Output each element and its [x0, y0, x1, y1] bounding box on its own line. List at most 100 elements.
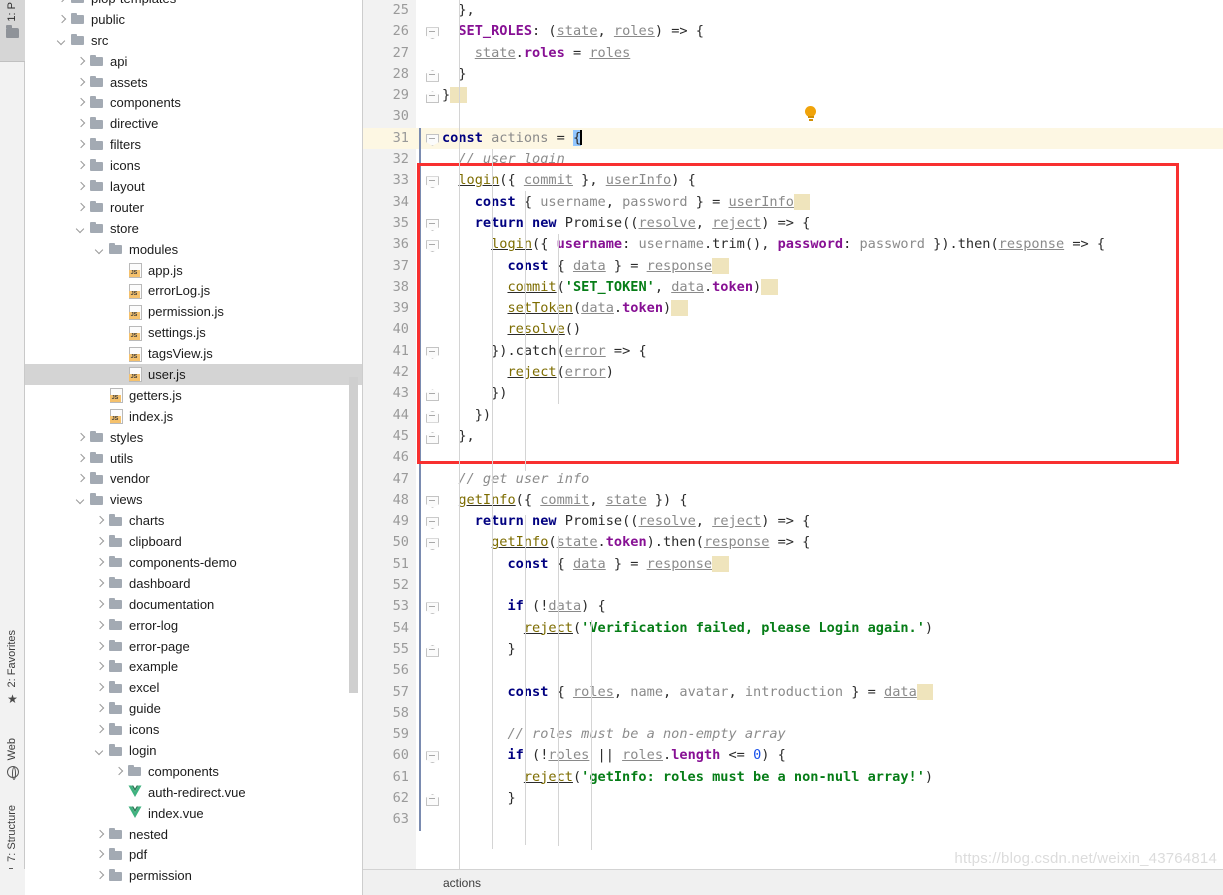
- code-line[interactable]: 25 },: [363, 0, 1223, 21]
- tree-item-tagsview-js[interactable]: tagsView.js: [25, 343, 362, 364]
- tree-item-guide[interactable]: guide: [25, 698, 362, 719]
- chevron-right-icon[interactable]: [94, 828, 106, 840]
- vcs-change-marker[interactable]: [419, 468, 421, 490]
- chevron-down-icon[interactable]: [94, 243, 106, 255]
- vcs-change-marker[interactable]: [419, 532, 421, 554]
- code-line[interactable]: 26 SET_ROLES: (state, roles) => {: [363, 21, 1223, 42]
- tree-item-auth-redirect-vue[interactable]: auth-redirect.vue: [25, 782, 362, 803]
- vcs-change-marker[interactable]: [419, 553, 421, 576]
- chevron-down-icon[interactable]: [75, 494, 87, 506]
- vcs-change-marker[interactable]: [419, 724, 421, 746]
- project-tree-scrollbar[interactable]: [349, 377, 358, 693]
- vcs-change-marker[interactable]: [419, 617, 421, 639]
- vcs-change-marker[interactable]: [419, 255, 421, 277]
- vcs-change-marker[interactable]: [419, 298, 421, 320]
- chevron-right-icon[interactable]: [94, 703, 106, 715]
- intention-bulb-icon[interactable]: [804, 106, 817, 122]
- vcs-change-marker[interactable]: [419, 212, 421, 235]
- vcs-change-marker[interactable]: [419, 766, 421, 788]
- vcs-change-marker[interactable]: [419, 745, 421, 767]
- vcs-change-marker[interactable]: [419, 702, 421, 725]
- vcs-change-marker[interactable]: [419, 149, 421, 171]
- code-fold-toggle[interactable]: [426, 134, 437, 144]
- tree-item-index-js[interactable]: index.js: [25, 406, 362, 427]
- tool-button-favorites[interactable]: 2: Favorites ★: [0, 630, 25, 730]
- chevron-right-icon[interactable]: [75, 160, 87, 172]
- chevron-right-icon[interactable]: [75, 452, 87, 464]
- vcs-change-marker[interactable]: [419, 447, 421, 469]
- project-tree-panel[interactable]: plop-templates public srcapi assets componen…: [25, 0, 363, 895]
- tree-item-icons[interactable]: icons: [25, 155, 362, 176]
- vcs-change-marker[interactable]: [419, 234, 421, 256]
- tree-item-example[interactable]: example: [25, 657, 362, 678]
- vcs-change-marker[interactable]: [419, 787, 421, 810]
- chevron-right-icon[interactable]: [75, 76, 87, 88]
- tree-item-router[interactable]: router: [25, 197, 362, 218]
- tree-item-errorlog-js[interactable]: errorLog.js: [25, 280, 362, 301]
- tree-item-api[interactable]: api: [25, 51, 362, 72]
- vcs-change-marker[interactable]: [419, 276, 421, 299]
- chevron-right-icon[interactable]: [94, 682, 106, 694]
- chevron-right-icon[interactable]: [94, 724, 106, 736]
- code-fold-toggle[interactable]: [426, 240, 437, 250]
- tree-item-documentation[interactable]: documentation: [25, 594, 362, 615]
- tree-item-pdf[interactable]: pdf: [25, 845, 362, 866]
- vcs-change-marker[interactable]: [419, 404, 421, 426]
- code-fold-toggle[interactable]: [426, 389, 437, 399]
- chevron-down-icon[interactable]: [94, 745, 106, 757]
- vcs-change-marker[interactable]: [419, 191, 421, 213]
- tree-item-clipboard[interactable]: clipboard: [25, 531, 362, 552]
- code-fold-toggle[interactable]: [426, 794, 437, 804]
- tree-item-charts[interactable]: charts: [25, 510, 362, 531]
- tree-item-src[interactable]: src: [25, 30, 362, 51]
- code-fold-toggle[interactable]: [426, 411, 437, 421]
- tree-item-views[interactable]: views: [25, 489, 362, 510]
- code-fold-toggle[interactable]: [426, 751, 437, 761]
- chevron-right-icon[interactable]: [94, 598, 106, 610]
- tree-item-modules[interactable]: modules: [25, 239, 362, 260]
- code-line[interactable]: 31 const actions = {: [363, 127, 1223, 150]
- tree-item-assets[interactable]: assets: [25, 72, 362, 93]
- chevron-right-icon[interactable]: [75, 180, 87, 192]
- chevron-right-icon[interactable]: [113, 765, 125, 777]
- chevron-right-icon[interactable]: [75, 55, 87, 67]
- chevron-down-icon[interactable]: [75, 222, 87, 234]
- chevron-right-icon[interactable]: [94, 640, 106, 652]
- code-line[interactable]: 28 }: [363, 64, 1223, 85]
- tree-item-permission-js[interactable]: permission.js: [25, 301, 362, 322]
- chevron-right-icon[interactable]: [94, 849, 106, 861]
- chevron-right-icon[interactable]: [94, 515, 106, 527]
- tool-button-project[interactable]: 1: P: [0, 0, 25, 62]
- code-editor[interactable]: 25 }, 26 SET_ROLES: (state, roles) => {27…: [363, 0, 1223, 895]
- chevron-right-icon[interactable]: [75, 97, 87, 109]
- code-fold-toggle[interactable]: [426, 70, 437, 80]
- tree-item-icons[interactable]: icons: [25, 719, 362, 740]
- vcs-change-marker[interactable]: [419, 660, 421, 682]
- code-fold-toggle[interactable]: [426, 538, 437, 548]
- chevron-right-icon[interactable]: [75, 201, 87, 213]
- vcs-change-marker[interactable]: [419, 340, 421, 363]
- chevron-right-icon[interactable]: [94, 619, 106, 631]
- chevron-right-icon[interactable]: [75, 431, 87, 443]
- code-line[interactable]: 29}: [363, 85, 1223, 106]
- tree-item-plop-templates[interactable]: plop-templates: [25, 0, 362, 9]
- code-fold-toggle[interactable]: [426, 219, 437, 229]
- code-line[interactable]: 30: [363, 106, 1223, 127]
- tree-item-error-page[interactable]: error-page: [25, 636, 362, 657]
- tree-item-filters[interactable]: filters: [25, 134, 362, 155]
- chevron-right-icon[interactable]: [94, 577, 106, 589]
- vcs-change-marker[interactable]: [419, 383, 421, 405]
- tree-item-login[interactable]: login: [25, 740, 362, 761]
- code-fold-toggle[interactable]: [426, 91, 437, 101]
- tree-item-components[interactable]: components: [25, 761, 362, 782]
- chevron-right-icon[interactable]: [94, 536, 106, 548]
- tree-item-permission[interactable]: permission: [25, 865, 362, 886]
- tree-item-vendor[interactable]: vendor: [25, 468, 362, 489]
- editor-breadcrumb-bar[interactable]: actions: [363, 869, 1223, 895]
- tree-item-error-log[interactable]: error-log: [25, 615, 362, 636]
- vcs-change-marker[interactable]: [419, 681, 421, 703]
- code-fold-toggle[interactable]: [426, 517, 437, 527]
- code-fold-toggle[interactable]: [426, 347, 437, 357]
- tree-item-excel[interactable]: excel: [25, 677, 362, 698]
- vcs-change-marker[interactable]: [419, 511, 421, 533]
